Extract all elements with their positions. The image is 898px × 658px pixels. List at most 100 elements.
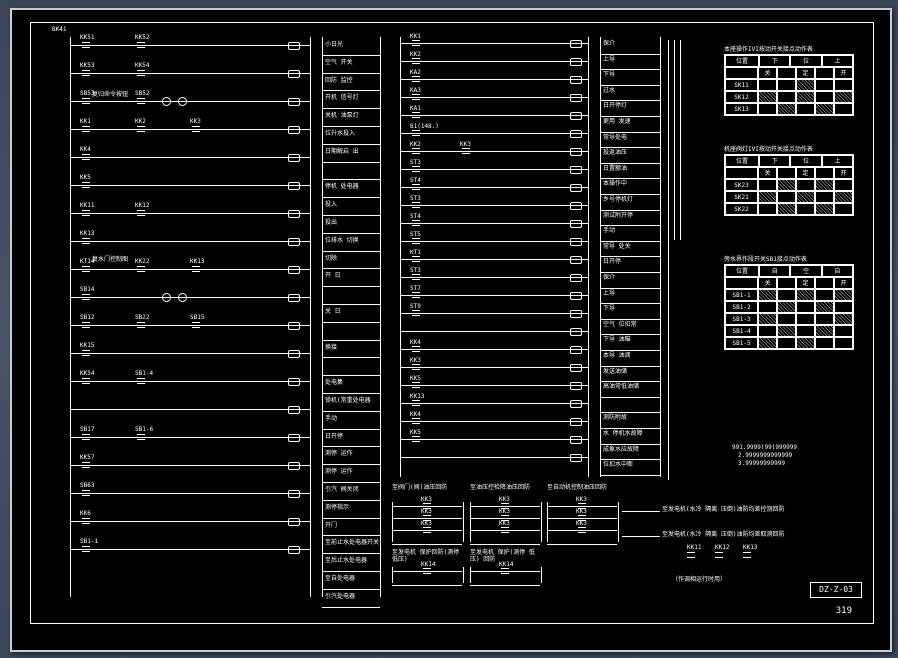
rung [400, 43, 588, 44]
rung-desc: 日开停 [325, 433, 379, 440]
desc-column-2: 保介上导下导过水日开停灯更用 发速常导处电投返油压日置额油本操作中乡号停机灯测试… [600, 29, 662, 479]
contact-label: KK3 [499, 496, 510, 503]
state-cell [777, 337, 796, 349]
contact [412, 418, 420, 424]
coil [288, 490, 300, 498]
contact-label: B1(148.) [410, 123, 439, 130]
rung [70, 465, 310, 466]
contact [82, 238, 90, 244]
contact-label: SB22 [135, 314, 149, 321]
coil [288, 154, 300, 162]
table-row: SK11 [725, 79, 853, 91]
rung [400, 241, 588, 242]
rung-desc: 开门 [325, 522, 379, 529]
contact [412, 238, 420, 244]
contact-label: KK5 [410, 375, 421, 382]
coil [570, 328, 582, 336]
rung [400, 97, 588, 98]
rung-desc: 上导 [603, 291, 659, 297]
contact [412, 274, 420, 280]
rung-desc: 日开停灯 [603, 103, 659, 109]
contact [578, 527, 586, 533]
coil [570, 220, 582, 228]
row-name: SK12 [725, 91, 758, 103]
state-cell [758, 91, 777, 103]
coil [288, 266, 300, 274]
table-title: 本座操作IVI按动开关接点动作表 [724, 44, 852, 53]
contact-label: KK3 [460, 141, 471, 148]
table-header: 位置 [725, 55, 759, 67]
state-cell [834, 91, 853, 103]
table-header: 上 [822, 55, 853, 67]
table-title: 机座阀灯IVI按动开关接点动作表 [724, 144, 852, 153]
rung [70, 409, 310, 410]
state-cell [796, 313, 815, 325]
coil [570, 274, 582, 282]
contact [82, 154, 90, 160]
rung [70, 73, 310, 74]
contact [412, 436, 420, 442]
table-row: SB1-2 [725, 301, 853, 313]
contact-label: ST3 [410, 195, 421, 202]
contact [137, 98, 145, 104]
contact [412, 40, 420, 46]
state-cell [758, 179, 777, 191]
contact-label: ST3 [410, 267, 421, 274]
state-cell [815, 79, 834, 91]
coil [288, 126, 300, 134]
contact-label: SB12 [80, 314, 94, 321]
table-header: 下 [759, 55, 790, 67]
coil [288, 350, 300, 358]
contact-label: KK22 [135, 258, 149, 265]
rung-desc: 更用 发速 [603, 119, 659, 125]
contact-label: KK13 [410, 393, 424, 400]
contact-label: ST3 [410, 159, 421, 166]
contact [412, 130, 420, 136]
contact-label: KK12 [715, 544, 729, 551]
contact-label: KK13 [80, 230, 94, 237]
coil [570, 382, 582, 390]
ladder-column-2: KK1KK2KA2KA3KA1B1(148.)KK2KK3ST3ST4ST3ST… [392, 29, 592, 479]
rung-desc: 手动 [325, 415, 379, 422]
note-2: 至发电机(水冷 隔离 压倒)油防均差取测回防 [662, 529, 812, 538]
contact-label: SB52 [135, 90, 149, 97]
contact [412, 58, 420, 64]
rung [400, 421, 588, 422]
contact-label: KK3 [576, 508, 587, 515]
table-subheader: 关 [758, 167, 777, 179]
state-cell [777, 179, 796, 191]
coil [570, 400, 582, 408]
drawing-content[interactable]: BK41 KK51KK52KK53KK54SB53SB52KK1KK2KK3KK… [32, 24, 870, 620]
coil [288, 70, 300, 78]
contact [412, 346, 420, 352]
table-subheader: 关 [758, 67, 777, 79]
contact [82, 322, 90, 328]
state-cell [834, 103, 853, 115]
rung-desc: 投返油压 [603, 150, 659, 156]
rung [400, 331, 588, 332]
state-cell [834, 337, 853, 349]
contact-label: KK3 [421, 508, 432, 515]
row-name: SB1-3 [725, 313, 758, 325]
gen-note-3: 3.99999999999 [738, 460, 785, 467]
contact-label: SB14 [80, 286, 94, 293]
contact [412, 166, 420, 172]
rung [400, 79, 588, 80]
contact-label: KA1 [410, 105, 421, 112]
state-cell [777, 289, 796, 301]
state-cell [815, 337, 834, 349]
rung-desc: 开机 信号灯 [325, 94, 379, 101]
contact-label: KK2 [410, 141, 421, 148]
coil [570, 256, 582, 264]
state-cell [758, 191, 777, 203]
contact [501, 527, 509, 533]
table-header: 上 [822, 155, 853, 167]
state-cell [834, 325, 853, 337]
table-row: SK21 [725, 191, 853, 203]
contact [412, 400, 420, 406]
state-cell [815, 313, 834, 325]
rung [400, 61, 588, 62]
coil [570, 76, 582, 84]
rung-desc: 保介 [603, 275, 659, 281]
rung [400, 349, 588, 350]
